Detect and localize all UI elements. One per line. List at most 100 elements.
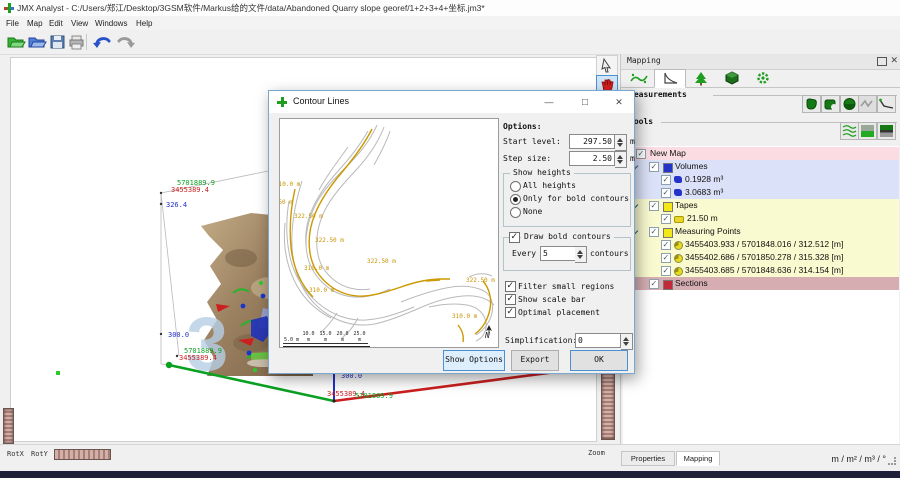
step-size-input[interactable]	[569, 151, 615, 166]
checkbox-point-2[interactable]	[661, 253, 671, 263]
radio-all-heights[interactable]	[510, 181, 521, 192]
checkbox-volume-1[interactable]	[661, 175, 671, 185]
tree-row-new-map[interactable]: New Map	[623, 147, 899, 160]
checkbox-measuring-points[interactable]	[649, 227, 659, 237]
menu-view[interactable]: View	[68, 17, 91, 30]
tab-mapping[interactable]: Mapping	[676, 451, 720, 466]
tree-row-point-2[interactable]: 3455402.686 / 5701850.278 / 315.328 [m]	[623, 251, 899, 264]
measurements-label: Measurements	[629, 90, 687, 99]
tab-contour[interactable]	[623, 69, 655, 88]
maximize-icon[interactable]	[570, 91, 600, 113]
checkbox-point-3[interactable]	[661, 266, 671, 276]
ok-button[interactable]: OK	[570, 350, 628, 371]
contour-height-label: 322.50 m	[294, 213, 323, 220]
close-panel-icon[interactable]	[890, 55, 898, 66]
select-tool-button[interactable]	[596, 55, 618, 76]
step-size-spinner[interactable]	[615, 151, 627, 168]
checkbox-volume-2[interactable]	[661, 188, 671, 198]
checkbox-point-1[interactable]	[661, 240, 671, 250]
tab-settings[interactable]	[747, 69, 779, 88]
contour-height-label: 322.50 m	[466, 277, 495, 284]
dialog-titlebar[interactable]: Contour Lines	[269, 91, 634, 113]
optimal-placement-label[interactable]: Optimal placement	[518, 308, 600, 317]
tab-slope[interactable]	[654, 69, 686, 88]
radio-all-heights-label[interactable]: All heights	[523, 181, 576, 190]
save-button[interactable]	[48, 33, 68, 51]
sphere-icon	[841, 96, 858, 112]
tree-label-point-2: 3455402.686 / 5701850.278 / 315.328 [m]	[685, 252, 843, 262]
rotx-vertical-slider[interactable]	[3, 408, 14, 444]
resize-grip-icon[interactable]	[888, 457, 896, 465]
every-spinner[interactable]	[575, 246, 587, 263]
tree-row-point-1[interactable]: 3455403.933 / 5701848.016 / 312.512 [m]	[623, 238, 899, 251]
measure-area-button[interactable]	[821, 95, 840, 113]
filter-small-regions-label[interactable]: Filter small regions	[518, 282, 614, 291]
measure-volume-button[interactable]	[802, 95, 821, 113]
tab-model[interactable]	[716, 69, 748, 88]
tree-row-measuring-points[interactable]: Measuring Points	[623, 225, 899, 238]
radio-only-bold[interactable]	[510, 194, 521, 205]
menu-help[interactable]: Help	[133, 17, 155, 30]
radio-none-label[interactable]: None	[523, 207, 542, 216]
draw-bold-groupbox: Draw bold contours Every contours	[503, 237, 631, 271]
checkbox-new-map[interactable]	[636, 149, 646, 159]
radio-only-bold-label[interactable]: Only for bold contours	[523, 194, 629, 203]
close-icon[interactable]	[604, 91, 634, 113]
checkbox-sections[interactable]	[649, 279, 659, 289]
roty-label: RotY	[31, 450, 48, 458]
every-input[interactable]	[540, 246, 576, 261]
contour-preview[interactable]: 310.0 m 312.50 m 322.50 m 322.50 m 322.5…	[279, 118, 499, 348]
optimal-placement-checkbox[interactable]	[505, 307, 516, 318]
contour-lines-tool-button[interactable]	[840, 122, 859, 140]
menu-windows[interactable]: Windows	[92, 17, 130, 30]
export-button[interactable]: Export	[511, 350, 559, 371]
mapping-panel-header: Mapping	[621, 54, 900, 70]
rotation-slider[interactable]	[54, 449, 111, 460]
dock-panel-icon[interactable]	[877, 57, 887, 66]
checkbox-tapes[interactable]	[649, 201, 659, 211]
show-scale-bar-checkbox[interactable]	[505, 294, 516, 305]
start-level-input[interactable]	[569, 134, 615, 149]
tree-row-volume-1[interactable]: 0.1928 m³	[623, 173, 899, 186]
minimize-icon[interactable]	[534, 91, 564, 113]
measure-wave-button[interactable]	[858, 95, 877, 113]
elev-bottom-label: 300.0	[168, 331, 189, 339]
tree-row-tape-1[interactable]: 21.50 m	[623, 212, 899, 225]
zigzag-wave-icon	[859, 96, 876, 112]
show-scale-bar-label[interactable]: Show scale bar	[518, 295, 585, 304]
panel-tabbar	[621, 69, 900, 88]
points-color-swatch	[663, 228, 673, 238]
menu-map[interactable]: Map	[24, 17, 46, 30]
tree-row-sections[interactable]: Sections	[623, 277, 899, 290]
tree-row-point-3[interactable]: 3455403.685 / 5701848.636 / 314.154 [m]	[623, 264, 899, 277]
zoom-label: Zoom	[588, 449, 605, 457]
open-file-button[interactable]	[27, 33, 47, 51]
simplification-spinner[interactable]	[621, 333, 633, 350]
tab-properties[interactable]: Properties	[621, 451, 675, 466]
volume-blob-icon	[674, 189, 682, 196]
simplification-input[interactable]	[575, 333, 621, 348]
measure-profile-button[interactable]	[877, 95, 896, 113]
show-options-button[interactable]: Show Options	[443, 350, 505, 371]
checkbox-volumes[interactable]	[649, 162, 659, 172]
redo-button[interactable]	[114, 33, 134, 51]
contour-height-label: 310.0 m	[304, 265, 329, 272]
start-level-spinner[interactable]	[615, 134, 627, 151]
print-button[interactable]	[67, 33, 87, 51]
contour-squiggle-icon	[625, 70, 653, 86]
undo-button[interactable]	[92, 33, 112, 51]
tree-row-tapes[interactable]: Tapes	[623, 199, 899, 212]
layer-bands-tool-button[interactable]	[877, 122, 896, 140]
tab-vegetation[interactable]	[685, 69, 717, 88]
draw-bold-checkbox[interactable]	[509, 232, 520, 243]
measure-sphere-button[interactable]	[840, 95, 859, 113]
checkbox-tape-1[interactable]	[661, 214, 671, 224]
radio-none[interactable]	[510, 207, 521, 218]
fill-half-tool-button[interactable]	[858, 122, 877, 140]
menu-file[interactable]: File	[3, 17, 22, 30]
menu-edit[interactable]: Edit	[46, 17, 66, 30]
filter-small-regions-checkbox[interactable]	[505, 281, 516, 292]
open-project-button[interactable]	[6, 33, 26, 51]
tree-row-volumes[interactable]: Volumes	[623, 160, 899, 173]
tree-row-volume-2[interactable]: 3.0683 m³	[623, 186, 899, 199]
